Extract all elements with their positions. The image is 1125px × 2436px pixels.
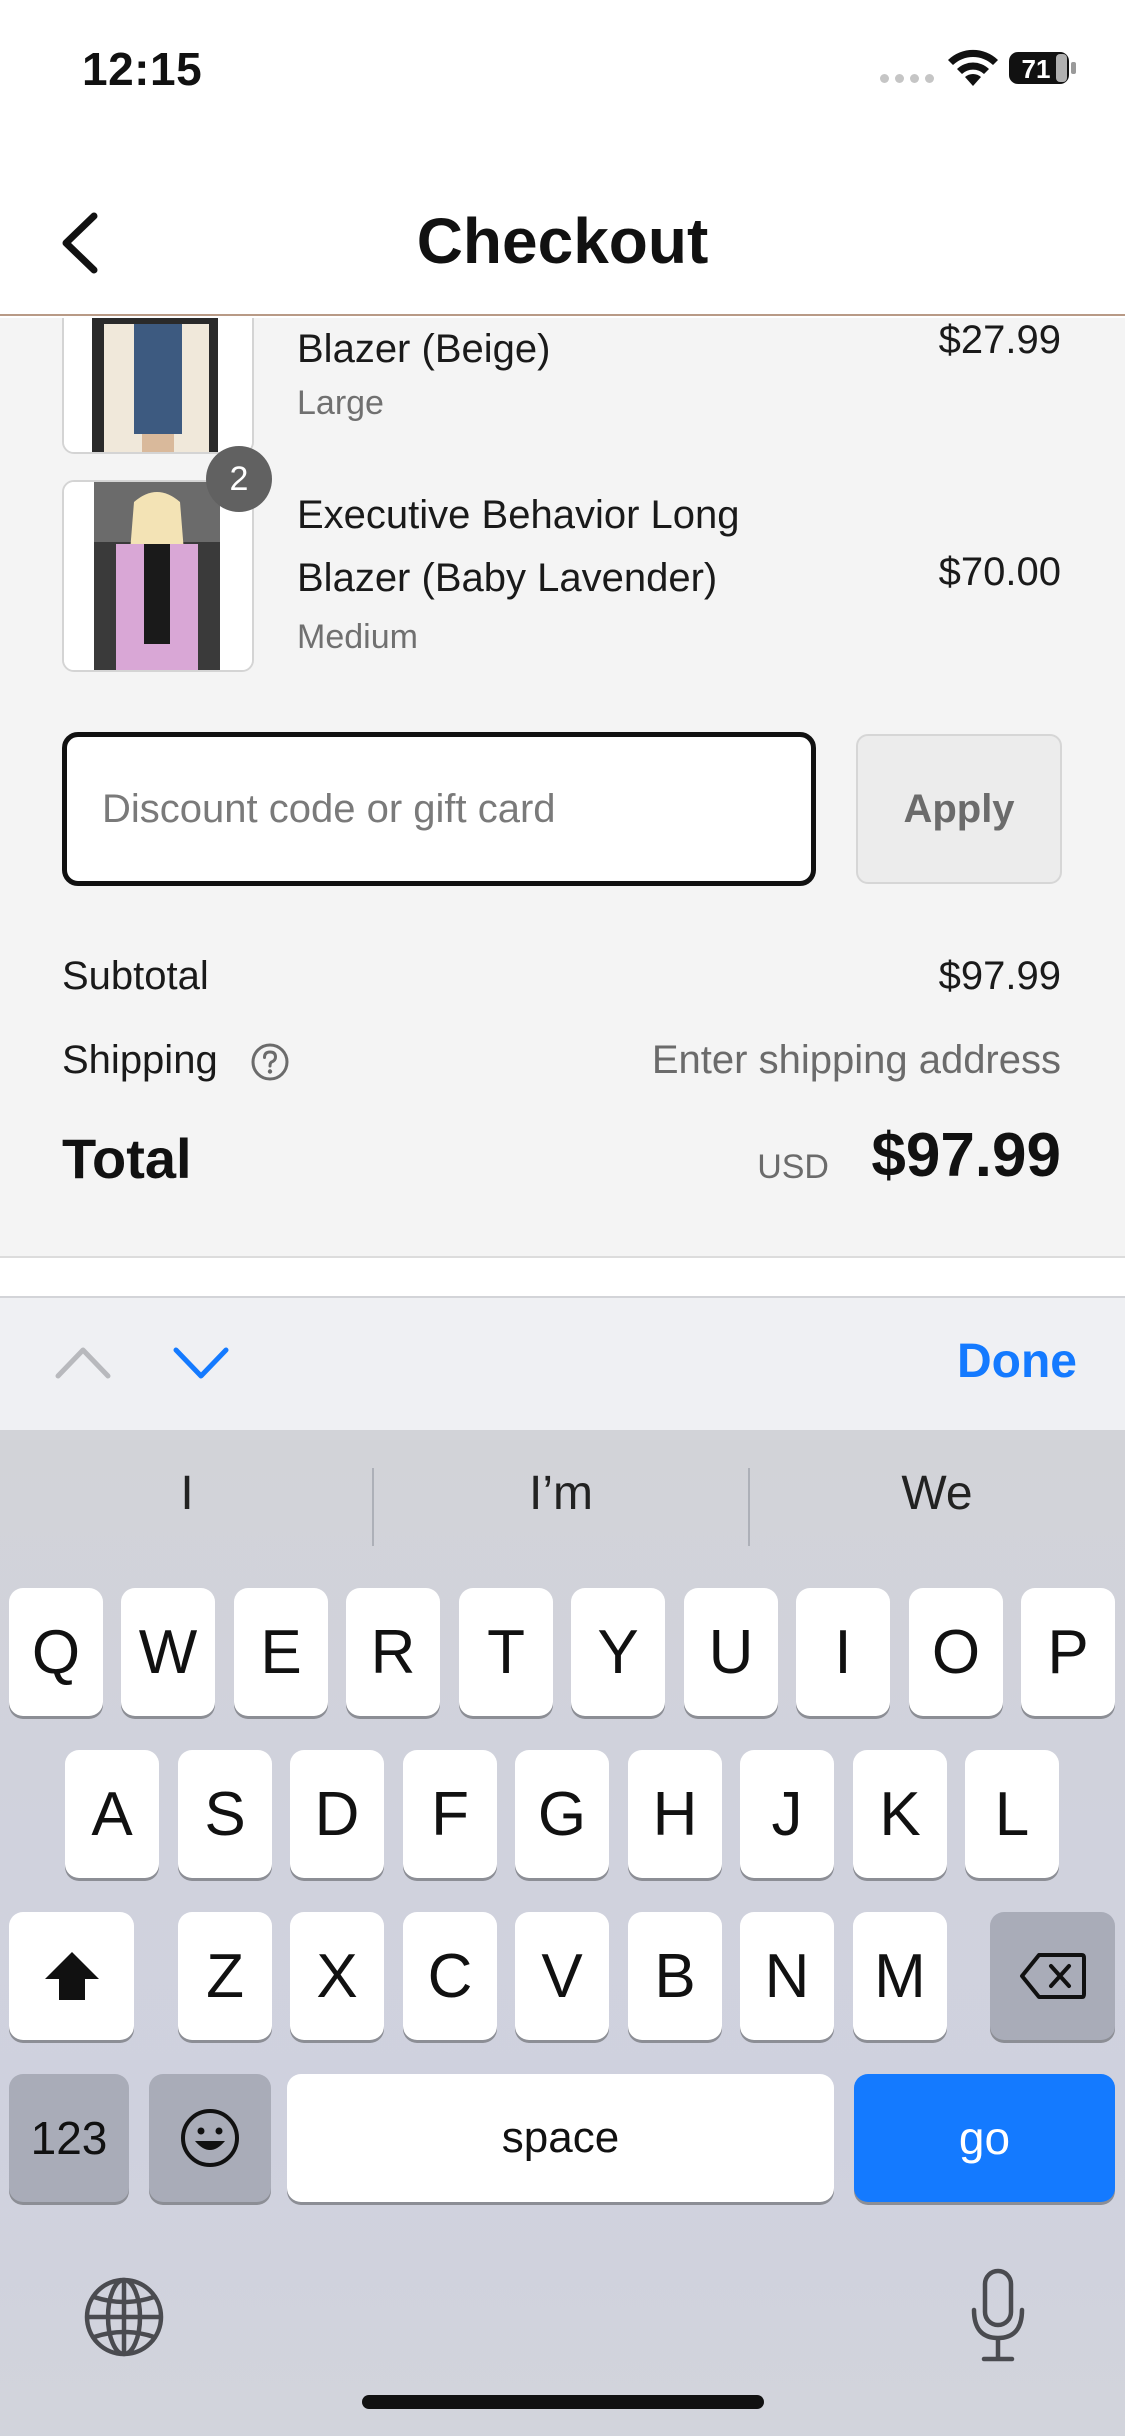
key-m[interactable]: M — [853, 1912, 947, 2040]
delete-key[interactable] — [990, 1912, 1115, 2040]
microphone-icon[interactable] — [968, 2268, 1028, 2364]
key-e[interactable]: E — [234, 1588, 328, 1716]
subtotal-label: Subtotal — [62, 954, 209, 998]
key-h[interactable]: H — [628, 1750, 722, 1878]
total-value: $97.99 — [871, 1121, 1061, 1190]
total-label: Total — [62, 1127, 192, 1190]
backspace-icon — [1019, 1953, 1086, 1999]
keyboard-accessory-bar: Done — [0, 1296, 1125, 1430]
key-d[interactable]: D — [290, 1750, 384, 1878]
key-a[interactable]: A — [65, 1750, 159, 1878]
cart-item-variant: Large — [297, 384, 384, 422]
apply-discount-button[interactable]: Apply — [856, 734, 1062, 884]
cart-item-name: Executive Behavior Long Blazer (Baby Lav… — [297, 493, 740, 600]
numbers-key[interactable]: 123 — [9, 2074, 129, 2202]
key-x[interactable]: X — [290, 1912, 384, 2040]
help-circle-icon[interactable] — [250, 1042, 290, 1082]
go-key[interactable]: go — [854, 2074, 1115, 2202]
order-summary: Blazer (Beige) Large $27.99 2 Executive … — [0, 318, 1125, 1258]
key-z[interactable]: Z — [178, 1912, 272, 2040]
shift-arrow-icon — [44, 1952, 99, 2000]
home-indicator[interactable] — [362, 2395, 764, 2409]
cart-item-price: $27.99 — [938, 318, 1061, 362]
shipping-value: Enter shipping address — [651, 1038, 1061, 1082]
globe-icon[interactable] — [82, 2275, 166, 2359]
status-bar: 12:15 71 — [0, 0, 1125, 140]
shift-key[interactable] — [9, 1912, 134, 2040]
battery-icon: 71 — [1009, 52, 1076, 84]
cart-item-name: Blazer (Beige) — [297, 327, 551, 371]
key-c[interactable]: C — [403, 1912, 497, 2040]
key-p[interactable]: P — [1021, 1588, 1115, 1716]
cellular-signal-icon — [880, 74, 934, 83]
key-y[interactable]: Y — [571, 1588, 665, 1716]
key-w[interactable]: W — [121, 1588, 215, 1716]
space-key[interactable]: space — [287, 2074, 834, 2202]
key-j[interactable]: J — [740, 1750, 834, 1878]
next-field-chevron-down-icon[interactable] — [172, 1340, 230, 1386]
key-r[interactable]: R — [346, 1588, 440, 1716]
subtotal-value: $97.99 — [938, 954, 1061, 998]
suggestion-divider — [372, 1468, 374, 1546]
discount-code-field[interactable] — [62, 732, 816, 886]
page-title: Checkout — [416, 205, 709, 277]
suggestion-item[interactable]: We — [752, 1466, 1122, 1521]
key-g[interactable]: G — [515, 1750, 609, 1878]
emoji-smiley-icon — [181, 2109, 239, 2167]
key-u[interactable]: U — [684, 1588, 778, 1716]
key-k[interactable]: K — [853, 1750, 947, 1878]
wifi-icon — [948, 49, 998, 86]
status-time: 12:15 — [82, 43, 203, 95]
key-q[interactable]: Q — [9, 1588, 103, 1716]
cart-item-price: $70.00 — [938, 550, 1061, 594]
suggestion-item[interactable]: I’m — [376, 1466, 746, 1521]
shipping-label: Shipping — [62, 1038, 218, 1082]
suggestion-item[interactable]: I — [2, 1466, 372, 1521]
key-f[interactable]: F — [403, 1750, 497, 1878]
key-t[interactable]: T — [459, 1588, 553, 1716]
discount-code-input[interactable] — [67, 737, 811, 881]
currency-code: USD — [757, 1148, 829, 1186]
suggestion-divider — [748, 1468, 750, 1546]
keyboard-done-button[interactable]: Done — [957, 1334, 1077, 1389]
cart-item-variant: Medium — [297, 618, 418, 656]
key-i[interactable]: I — [796, 1588, 890, 1716]
product-image-beige-blazer — [62, 318, 254, 454]
key-s[interactable]: S — [178, 1750, 272, 1878]
key-b[interactable]: B — [628, 1912, 722, 2040]
key-o[interactable]: O — [909, 1588, 1003, 1716]
previous-field-chevron-up-icon[interactable] — [54, 1340, 112, 1386]
battery-level: 71 — [1022, 54, 1051, 84]
nav-header: Checkout — [0, 140, 1125, 316]
key-l[interactable]: L — [965, 1750, 1059, 1878]
quantity-badge: 2 — [206, 446, 272, 512]
keyboard: I I’m We Q W E R T Y U I O P A S D F G H… — [0, 1430, 1125, 2436]
key-v[interactable]: V — [515, 1912, 609, 2040]
key-n[interactable]: N — [740, 1912, 834, 2040]
predictive-suggestions: I I’m We — [0, 1430, 1125, 1578]
emoji-key[interactable] — [149, 2074, 271, 2202]
